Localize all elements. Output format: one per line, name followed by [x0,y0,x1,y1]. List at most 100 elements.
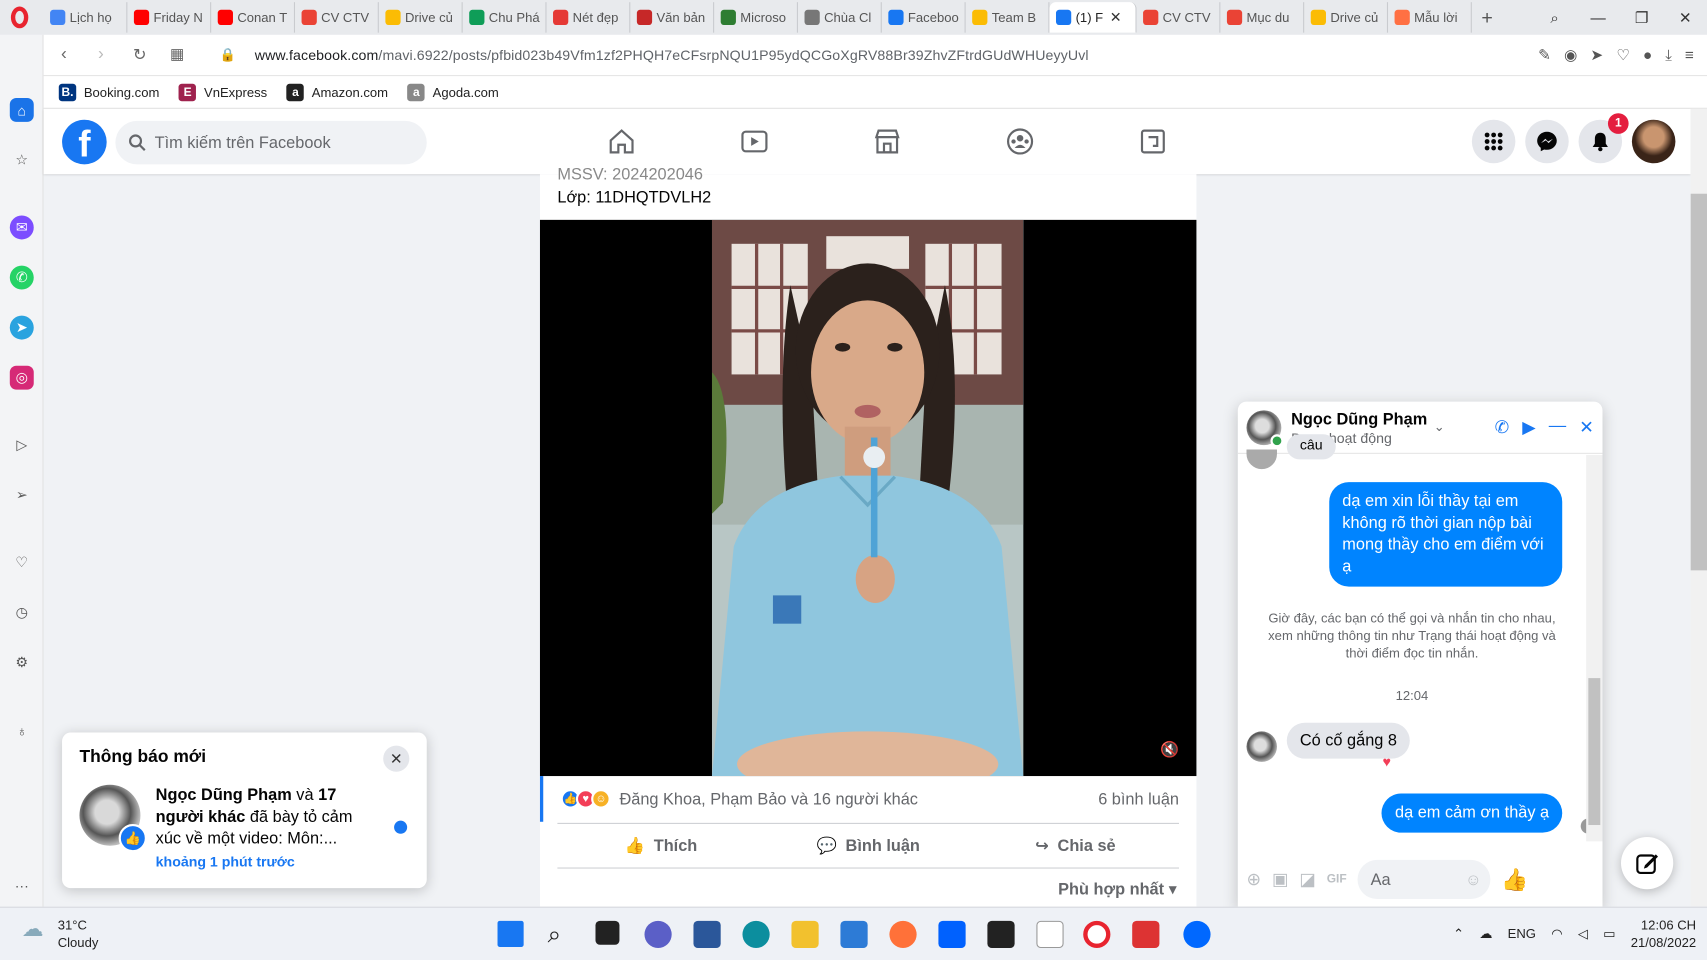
start-icon[interactable] [497,920,524,947]
notifications-button[interactable]: 1 [1578,113,1629,164]
nav-groups-icon[interactable] [954,109,1087,174]
photo-icon[interactable]: ▣ [1272,869,1288,891]
close-window-button[interactable]: ✕ [1663,0,1707,35]
settings-icon[interactable]: ⚙ [10,651,34,675]
home-icon[interactable]: ⌂ [9,97,34,122]
account-avatar[interactable] [1631,119,1676,164]
opera-logo-icon[interactable] [10,6,29,29]
close-chat-icon[interactable]: ✕ [1579,417,1594,439]
reload-icon[interactable]: ↻ [133,45,147,65]
browser-tab[interactable]: Conan T [211,2,296,33]
chat-scrollbar-thumb[interactable] [1588,678,1601,826]
video-player[interactable]: 🔇 [539,219,1197,777]
close-notification-button[interactable]: ✕ [383,745,410,772]
sticker-icon[interactable]: ◪ [1299,869,1315,891]
browser-tab[interactable]: CV CTV [295,2,379,33]
lock-icon[interactable]: 🔒 [220,47,236,62]
facebook-logo[interactable]: f [62,119,107,165]
notification-text[interactable]: Ngọc Dũng Phạm và 17 người khác đã bày t… [156,785,374,850]
edge-icon[interactable] [742,920,770,949]
volume-icon[interactable]: ◁ [1578,926,1588,941]
minimize-button[interactable]: — [1576,0,1620,35]
add-icon[interactable]: ⊕ [1247,869,1262,891]
tips-icon[interactable]: ♁ [10,718,34,742]
new-tab-button[interactable]: + [1472,2,1502,32]
clock[interactable]: 12:06 CH 21/08/2022 [1631,916,1696,951]
star-icon[interactable]: ☆ [10,148,34,172]
browser-tab[interactable]: Drive củ [379,2,463,33]
send-icon[interactable]: ➤ [1590,46,1603,65]
word-icon[interactable] [693,920,721,949]
nav-marketplace-icon[interactable] [821,109,954,174]
video-call-icon[interactable]: ▶ [1522,417,1535,439]
back-icon[interactable]: ‹ [61,45,67,65]
browser-tab[interactable]: Team B [966,2,1050,33]
forward-icon[interactable]: › [98,45,104,65]
language-indicator[interactable]: ENG [1508,926,1536,941]
telegram-icon[interactable]: ➤ [9,315,34,340]
profile-icon[interactable]: ● [1643,46,1652,65]
chevron-down-icon[interactable]: ⌄ [1434,419,1445,434]
amazon-icon[interactable] [987,920,1015,949]
browser-tab[interactable]: Microso [714,2,798,33]
browser-tab[interactable]: Mục du [1220,2,1305,33]
browser-tab[interactable]: Chùa Cl [798,2,882,33]
page-scrollbar-thumb[interactable] [1690,193,1707,571]
menu-icon[interactable]: ≡ [1685,46,1694,65]
menu-grid-button[interactable] [1471,119,1516,164]
whatsapp-icon[interactable]: ✆ [9,265,34,290]
download-icon[interactable]: ⤓ [1665,46,1672,65]
search-taskbar-icon[interactable]: ⌕ [548,921,575,948]
wifi-icon[interactable]: ◠ [1551,926,1562,941]
thumbs-up-send-icon[interactable]: 👍 [1501,866,1528,893]
restore-button[interactable]: ❐ [1620,0,1664,35]
close-tab-icon[interactable]: ✕ [1110,9,1122,26]
share-button[interactable]: ↪ Chia sẻ [972,824,1179,868]
onedrive-icon[interactable]: ☁ [1479,926,1492,941]
dropbox-icon[interactable] [938,920,966,949]
browser-tab[interactable]: Friday N [127,2,212,33]
search-input[interactable]: Tìm kiếm trên Facebook [115,120,427,165]
bookmark-item[interactable]: a Agoda.com [407,83,499,101]
phone-icon[interactable]: ✆ [1495,417,1510,439]
nav-gaming-icon[interactable] [1086,109,1219,174]
file-explorer-icon[interactable] [791,920,819,949]
emoji-icon[interactable]: ☺ [1465,870,1482,889]
battery-icon[interactable]: ▭ [1603,926,1615,941]
bookmark-item[interactable]: E VnExpress [178,83,267,101]
weather-widget[interactable]: ☁ 31°C Cloudy [22,916,99,951]
search-tabs-icon[interactable]: ⌕ [1533,0,1577,35]
minimize-chat-icon[interactable]: — [1549,417,1566,439]
wps-icon[interactable] [1132,920,1160,949]
browser-tab[interactable]: Mẫu lời [1388,2,1472,33]
chevron-up-icon[interactable]: ⌃ [1453,926,1464,941]
firefox-icon[interactable] [889,920,917,949]
browser-tab[interactable]: Văn bản [630,2,715,33]
zalo-icon[interactable] [1183,920,1211,949]
opera-taskbar-icon[interactable] [1083,920,1111,949]
instagram-icon[interactable]: ◎ [9,365,34,390]
speed-dial-icon[interactable]: ▦ [170,45,184,64]
page-scrollbar[interactable] [1690,108,1707,907]
notification-popup[interactable]: Thông báo mới ✕ 👍 Ngọc Dũng Phạm và 17 n… [62,732,427,889]
comment-button[interactable]: 💬 Bình luận [765,824,972,868]
chat-contact-name[interactable]: Ngọc Dũng Phạm [1291,410,1427,429]
favorites-icon[interactable]: ♡ [10,551,34,575]
reactions-text[interactable]: Đăng Khoa, Phạm Bảo và 16 người khác [619,790,918,809]
url-field[interactable]: www.facebook.com/mavi.6922/posts/pfbid02… [255,47,1089,63]
flow-icon[interactable]: ➢ [10,483,34,507]
player-icon[interactable]: ▷ [10,433,34,457]
chat-scrollbar[interactable] [1586,454,1603,842]
new-message-button[interactable] [1620,837,1674,890]
messenger-icon[interactable]: ✉ [9,215,34,240]
like-button[interactable]: 👍 Thích [557,824,764,868]
bookmark-item[interactable]: B. Booking.com [58,83,160,101]
browser-tab[interactable]: Lịch họ [44,2,128,33]
more-icon[interactable]: ··· [10,873,34,897]
task-view-icon[interactable] [595,920,620,945]
browser-tab[interactable]: CV CTV [1137,2,1221,33]
nav-home-icon[interactable] [555,109,688,174]
heart-icon[interactable]: ♡ [1616,46,1630,65]
chat-app-icon[interactable] [644,920,672,949]
mute-icon[interactable]: 🔇 [1160,740,1179,759]
